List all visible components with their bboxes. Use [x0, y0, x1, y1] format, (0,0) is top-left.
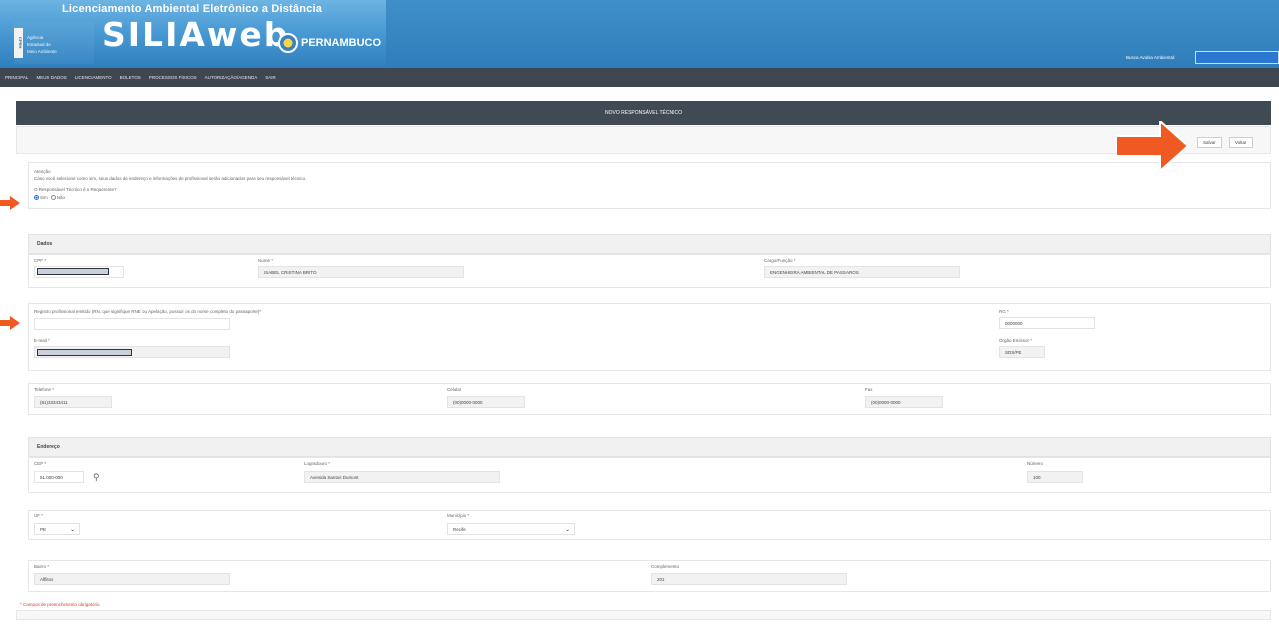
save-arrow-annotation [1116, 121, 1188, 171]
save-button[interactable]: Salvar [1197, 137, 1222, 148]
system-banner: Licenciamento Ambiental Eletrônico a Dis… [0, 0, 386, 68]
orgao-field[interactable]: SDS/PE [999, 346, 1045, 358]
cargo-field[interactable]: ENGENHEIRA AMBIENTAL DE PASSAROS [764, 266, 960, 278]
telefone-field[interactable]: (81)33343411 [34, 396, 112, 408]
registro-panel: Registro profissional emitido (RN, que s… [28, 303, 1271, 371]
dados-section-header: Dados [28, 234, 1271, 254]
complemento-field[interactable]: 201 [651, 573, 847, 585]
uf-select[interactable]: PE ⌄ [34, 523, 80, 535]
contato-panel: Telefone * (81)33343411 Celular (00)0000… [28, 383, 1271, 415]
cargo-label: Cargo/Função * [764, 258, 796, 263]
cpf-redaction [37, 268, 109, 275]
bairro-field[interactable]: Afflitos [34, 573, 230, 585]
back-button[interactable]: Voltar [1229, 137, 1253, 148]
nav-item-licenciamento[interactable]: LICENCIAMENTO [75, 75, 112, 80]
action-bar: Salvar Voltar [16, 126, 1271, 154]
agency-logo: CPRH Agência Estadual de Meio Ambiente [14, 22, 94, 64]
rg-label: RG * [999, 309, 1009, 314]
numero-label: Número [1027, 461, 1044, 466]
celular-field[interactable]: (00)0000-0000 [447, 396, 525, 408]
requerente-options: Sim Não [34, 195, 65, 200]
cpf-label: CPF * [34, 258, 47, 263]
municipio-select[interactable]: Recife ⌄ [447, 523, 575, 535]
endereco-panel-1: CEP * 51.000-000 ⚲ Logradouro * Avenida … [28, 457, 1271, 493]
orgao-label: Órgão Emissor * [999, 338, 1033, 343]
footer-bar [16, 610, 1271, 620]
endereco-panel-2: UF * PE ⌄ Município * Recife ⌄ [28, 510, 1271, 540]
requerente-question: O Responsável Técnico é o Requerente? [34, 187, 117, 192]
email-label: E-mail * [34, 338, 50, 343]
registro-arrow-annotation [0, 316, 20, 330]
required-fields-note: * Campos de preenchimento obrigatório [20, 602, 100, 607]
page-title: NOVO RESPONSÁVEL TÉCNICO [605, 110, 682, 116]
registro-question: Registro profissional emitido (RN, que s… [34, 309, 262, 314]
agency-name: Agência Estadual de Meio Ambiente [27, 35, 57, 54]
cep-field[interactable]: 51.000-000 [34, 471, 84, 483]
nav-item-processos-fisicos[interactable]: PROCESSOS FÍSICOS [149, 75, 197, 80]
telefone-label: Telefone * [34, 387, 55, 392]
main-nav: PRINCIPAL MEUS DADOS LICENCIAMENTO BOLET… [0, 68, 1279, 87]
logradouro-field[interactable]: Avenida Santos Dumont [304, 471, 500, 483]
quick-search-input[interactable] [1195, 51, 1279, 64]
radio-no-label: Não [56, 195, 66, 200]
nome-label: Nome * [258, 258, 274, 263]
page-title-bar: NOVO RESPONSÁVEL TÉCNICO [16, 101, 1271, 125]
agency-badge: CPRH [14, 28, 23, 58]
celular-label: Celular [447, 387, 462, 392]
attention-panel: Atenção Caso você selecione como sim, se… [28, 162, 1271, 209]
endereco-section-title: Endereço [37, 444, 60, 450]
radio-yes[interactable] [34, 195, 39, 200]
state-seal-icon [278, 33, 298, 53]
numero-field[interactable]: 100 [1027, 471, 1083, 483]
nome-field[interactable]: ISABEL CRISTINA BRITO [258, 266, 464, 278]
dados-panel: CPF * Nome * ISABEL CRISTINA BRITO Cargo… [28, 254, 1271, 288]
fax-label: Fax [865, 387, 873, 392]
registro-field[interactable] [34, 318, 230, 330]
state-name: PERNAMBUCO [301, 37, 382, 49]
radio-yes-label: Sim [40, 195, 48, 200]
bairro-label: Bairro * [34, 564, 50, 569]
endereco-panel-3: Bairro * Afflitos Complemento 201 [28, 560, 1271, 592]
cep-label: CEP * [34, 461, 47, 466]
rg-field[interactable]: 0000000 [999, 317, 1095, 329]
uf-label: UF * [34, 513, 43, 518]
quick-search-label: Busca Avulsa Ambiental: [1126, 55, 1176, 60]
fax-field[interactable]: (00)0000-0000 [865, 396, 943, 408]
location-pin-icon[interactable]: ⚲ [93, 472, 100, 483]
site-header: Licenciamento Ambiental Eletrônico a Dis… [0, 0, 1279, 68]
municipio-value: Recife [453, 526, 466, 532]
nav-item-autorizacao[interactable]: AUTORIZAÇÃO/AGENDA [205, 75, 258, 80]
chevron-down-icon: ⌄ [564, 526, 570, 533]
nav-item-boletos[interactable]: BOLETOS [120, 75, 141, 80]
nav-item-sair[interactable]: SAIR [265, 75, 276, 80]
endereco-section-header: Endereço [28, 437, 1271, 457]
radio-no[interactable] [50, 195, 56, 200]
email-redaction [37, 349, 132, 356]
uf-value: PE [40, 526, 47, 532]
chevron-down-icon: ⌄ [69, 526, 75, 533]
attention-title: Atenção [34, 169, 51, 174]
attention-message: Caso você selecione como sim, seus dados… [34, 176, 307, 181]
nav-item-meus-dados[interactable]: MEUS DADOS [36, 75, 66, 80]
municipio-label: Município * [447, 513, 470, 518]
radio-arrow-annotation [0, 196, 20, 210]
state-logo: PERNAMBUCO [278, 33, 381, 53]
complemento-label: Complemento [651, 564, 680, 569]
nav-item-principal[interactable]: PRINCIPAL [5, 75, 28, 80]
siliaweb-logo: SILIAweb [102, 15, 290, 54]
dados-section-title: Dados [37, 241, 53, 247]
logradouro-label: Logradouro * [304, 461, 331, 466]
